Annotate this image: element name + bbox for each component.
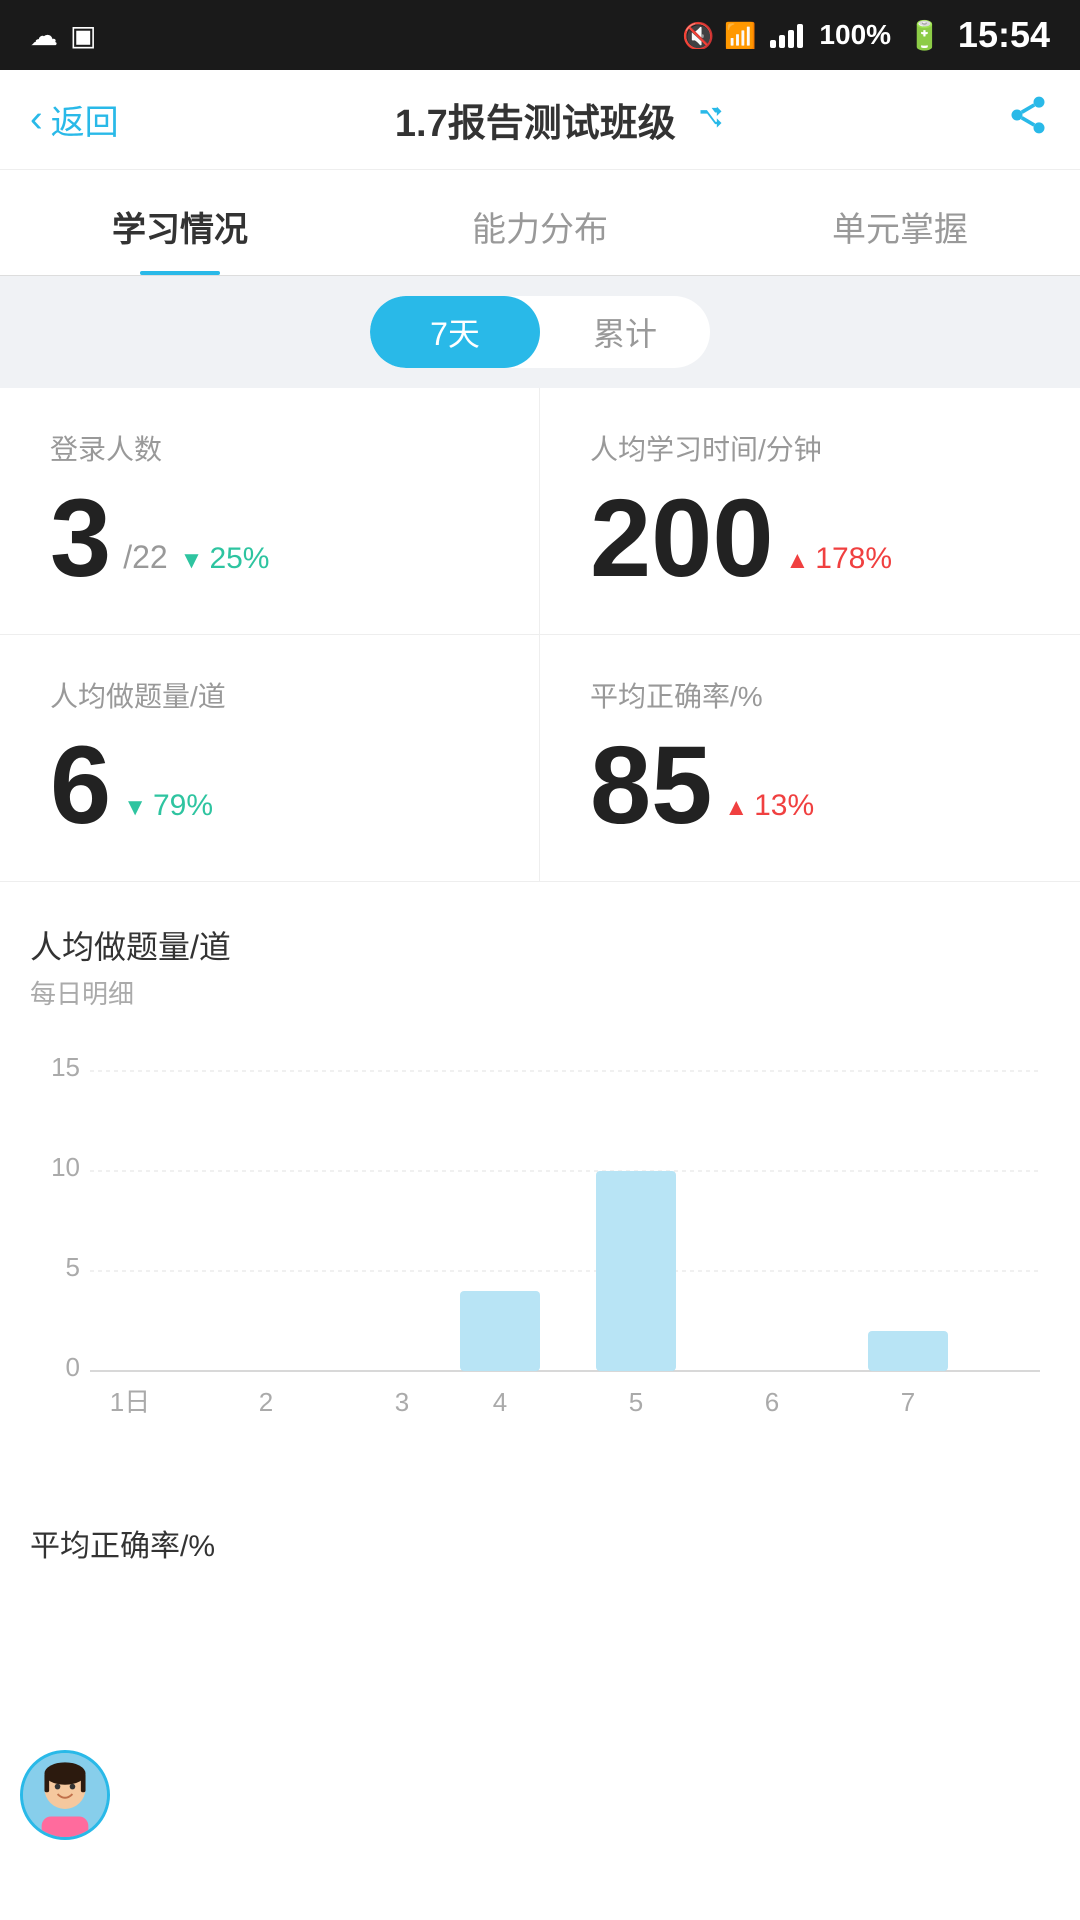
tabs-container: 学习情况 能力分布 单元掌握 bbox=[0, 170, 1080, 276]
chart-section: 人均做题量/道 每日明细 0 5 10 15 bbox=[0, 882, 1080, 1501]
bottom-accuracy-label: 平均正确率/% bbox=[0, 1501, 1080, 1575]
arrow-up-icon bbox=[786, 542, 810, 576]
arrow-down-icon-2 bbox=[123, 789, 147, 823]
stats-grid: 登录人数 3 /22 25% 人均学习时间/分钟 200 178% 人均做题量/… bbox=[0, 388, 1080, 882]
stat-logins: 登录人数 3 /22 25% bbox=[0, 388, 540, 635]
stat-logins-pct: 25% bbox=[209, 542, 269, 576]
stat-logins-change: 25% bbox=[180, 542, 270, 576]
stat-study-time-label: 人均学习时间/分钟 bbox=[590, 428, 1040, 468]
toggle-section: 7天 累计 bbox=[0, 276, 1080, 388]
chart-svg: 0 5 10 15 1日 2 3 4 5 6 7 bbox=[30, 1041, 1050, 1501]
header-title: 1.7报告测试班级 bbox=[395, 92, 730, 147]
shuffle-icon[interactable] bbox=[692, 101, 730, 138]
stat-study-time: 人均学习时间/分钟 200 178% bbox=[540, 388, 1080, 635]
back-arrow-icon: ‹ bbox=[30, 98, 43, 141]
stat-questions-change: 79% bbox=[123, 789, 213, 823]
chart-area: 0 5 10 15 1日 2 3 4 5 6 7 bbox=[30, 1041, 1050, 1501]
chart-subtitle: 每日明细 bbox=[30, 974, 1050, 1011]
status-bar: ☁ ▣ 🔇 📶 100% 🔋 15:54 bbox=[0, 0, 1080, 70]
svg-text:10: 10 bbox=[51, 1152, 80, 1182]
back-button[interactable]: ‹ 返回 bbox=[30, 95, 119, 144]
bar-day7 bbox=[868, 1331, 948, 1371]
avatar[interactable] bbox=[20, 1750, 110, 1840]
tab-unit[interactable]: 单元掌握 bbox=[720, 170, 1080, 275]
status-right-info: 🔇 📶 100% 🔋 15:54 bbox=[682, 14, 1050, 56]
share-icon[interactable] bbox=[1006, 93, 1050, 147]
svg-text:🔇: 🔇 bbox=[682, 21, 714, 49]
svg-text:15: 15 bbox=[51, 1052, 80, 1082]
mute-icon: 🔇 bbox=[682, 21, 714, 49]
svg-text:3: 3 bbox=[395, 1387, 409, 1417]
cloud-icon: ☁ bbox=[30, 19, 58, 52]
status-icons: 🔇 📶 bbox=[682, 21, 803, 49]
image-icon: ▣ bbox=[70, 19, 96, 52]
stat-questions: 人均做题量/道 6 79% bbox=[0, 635, 540, 881]
stat-accuracy-value: 85 bbox=[590, 731, 712, 841]
battery-icon: 🔋 bbox=[907, 19, 942, 52]
stat-questions-label: 人均做题量/道 bbox=[50, 675, 499, 715]
stat-accuracy-label: 平均正确率/% bbox=[590, 675, 1040, 715]
stat-study-time-change: 178% bbox=[786, 542, 893, 576]
avatar-image bbox=[23, 1750, 107, 1840]
svg-text:6: 6 bbox=[765, 1387, 779, 1417]
stat-accuracy: 平均正确率/% 85 13% bbox=[540, 635, 1080, 881]
toggle-cumulative[interactable]: 累计 bbox=[540, 296, 710, 368]
stat-logins-value-row: 3 /22 25% bbox=[50, 484, 499, 594]
svg-text:5: 5 bbox=[66, 1252, 80, 1282]
toggle-container: 7天 累计 bbox=[370, 296, 710, 368]
stat-study-time-value-row: 200 178% bbox=[590, 484, 1040, 594]
svg-text:7: 7 bbox=[901, 1387, 915, 1417]
svg-text:0: 0 bbox=[66, 1352, 80, 1382]
header: ‹ 返回 1.7报告测试班级 bbox=[0, 70, 1080, 170]
svg-text:2: 2 bbox=[259, 1387, 273, 1417]
stat-logins-sub: /22 bbox=[123, 539, 167, 576]
bar-day4 bbox=[460, 1291, 540, 1371]
stat-accuracy-pct: 13% bbox=[754, 789, 814, 823]
svg-text:4: 4 bbox=[493, 1387, 507, 1417]
stat-accuracy-change: 13% bbox=[724, 789, 814, 823]
status-left-icons: ☁ ▣ bbox=[30, 19, 96, 52]
svg-text:📶: 📶 bbox=[724, 21, 756, 49]
battery-percent: 100% bbox=[819, 19, 891, 51]
stat-accuracy-value-row: 85 13% bbox=[590, 731, 1040, 841]
stat-study-time-pct: 178% bbox=[815, 542, 892, 576]
tab-learning[interactable]: 学习情况 bbox=[0, 170, 360, 275]
stat-study-time-value: 200 bbox=[590, 484, 774, 594]
arrow-up-icon-2 bbox=[724, 789, 748, 823]
bar-day5 bbox=[596, 1171, 676, 1371]
svg-text:5: 5 bbox=[629, 1387, 643, 1417]
signal-bars bbox=[770, 22, 803, 48]
stat-questions-value-row: 6 79% bbox=[50, 731, 499, 841]
toggle-7days[interactable]: 7天 bbox=[370, 296, 540, 368]
stat-questions-pct: 79% bbox=[153, 789, 213, 823]
chart-title: 人均做题量/道 bbox=[30, 922, 1050, 968]
stat-questions-value: 6 bbox=[50, 731, 111, 841]
arrow-down-icon bbox=[180, 542, 204, 576]
stat-logins-value: 3 bbox=[50, 484, 111, 594]
stat-logins-label: 登录人数 bbox=[50, 428, 499, 468]
back-label: 返回 bbox=[51, 95, 119, 144]
status-time: 15:54 bbox=[958, 14, 1050, 56]
tab-ability[interactable]: 能力分布 bbox=[360, 170, 720, 275]
svg-text:1日: 1日 bbox=[110, 1387, 150, 1417]
wifi-icon: 📶 bbox=[724, 21, 760, 49]
